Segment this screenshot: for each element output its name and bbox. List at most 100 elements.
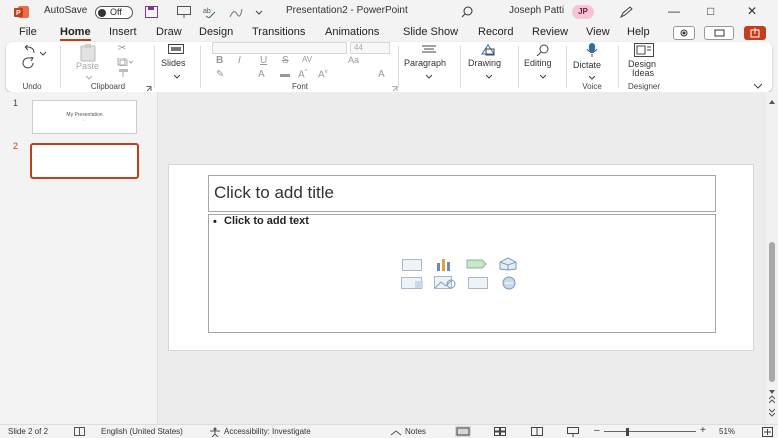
insert-smartart-icon[interactable] (466, 258, 488, 273)
zoom-level[interactable]: 51% (719, 427, 735, 436)
pen-icon[interactable] (619, 6, 633, 21)
microphone-icon[interactable] (586, 43, 598, 60)
tab-design[interactable]: Design (199, 26, 233, 38)
tab-transitions[interactable]: Transitions (252, 26, 305, 38)
maximize-button[interactable]: □ (707, 4, 714, 18)
normal-view-icon[interactable] (455, 426, 471, 438)
increase-font-size-icon[interactable]: A^ (298, 69, 308, 80)
group-divider (460, 46, 461, 88)
fit-to-window-icon[interactable] (762, 427, 773, 438)
insert-video-icon[interactable] (468, 277, 488, 289)
slide-thumbnail-1[interactable]: My Presentation .... (32, 100, 137, 134)
notes-icon[interactable] (390, 428, 402, 438)
font-name-dropdown[interactable] (212, 42, 347, 54)
find-icon[interactable] (536, 44, 550, 59)
tab-help[interactable]: Help (627, 26, 650, 38)
cut-icon[interactable]: ✂ (118, 43, 126, 54)
clear-formatting-icon[interactable]: A (378, 69, 385, 80)
insert-table-icon[interactable] (402, 259, 422, 271)
strikethrough-icon[interactable]: S (282, 55, 289, 66)
insert-picture-icon[interactable] (401, 277, 425, 292)
zoom-in-button[interactable]: + (700, 425, 706, 436)
autosave-toggle[interactable]: Off (95, 6, 133, 19)
draw-pen-icon[interactable] (229, 6, 243, 21)
autosave-label: AutoSave (44, 5, 88, 16)
font-color-icon[interactable]: A (258, 69, 265, 80)
spelling-icon[interactable]: ab (203, 6, 217, 21)
change-case-icon[interactable]: Aa (348, 55, 359, 65)
minimize-button[interactable]: — (668, 4, 680, 18)
comments-button[interactable] (704, 26, 734, 40)
bold-icon[interactable]: B (216, 55, 223, 66)
notes-button[interactable]: Notes (405, 427, 426, 436)
present-from-beginning-icon[interactable] (177, 6, 191, 21)
decrease-font-size-icon[interactable]: Av (318, 69, 328, 80)
accessibility-icon[interactable] (209, 427, 221, 438)
italic-icon[interactable]: I (238, 55, 241, 66)
tab-slide-show[interactable]: Slide Show (403, 26, 458, 38)
slide-show-view-icon[interactable] (567, 427, 579, 438)
shadow-icon[interactable]: ▬ (280, 69, 290, 80)
tab-view[interactable]: View (586, 26, 610, 38)
user-name[interactable]: Joseph Patti (509, 5, 564, 16)
tab-review[interactable]: Review (532, 26, 568, 38)
font-size-dropdown[interactable]: 44 (350, 42, 390, 54)
underline-icon[interactable]: U (260, 55, 267, 66)
language-status[interactable]: English (United States) (101, 427, 183, 436)
tab-file[interactable]: File (19, 26, 37, 38)
save-icon[interactable] (145, 6, 158, 21)
zoom-slider-knob[interactable] (626, 428, 629, 436)
insert-3d-model-icon[interactable] (499, 257, 517, 274)
accessibility-status[interactable]: Accessibility: Investigate (224, 427, 311, 436)
insert-chart-icon[interactable] (434, 257, 454, 274)
paragraph-button-label[interactable]: Paragraph (404, 58, 446, 68)
highlight-icon[interactable]: ✎ (216, 69, 224, 80)
collapse-ribbon-chevron-icon[interactable] (753, 80, 763, 92)
scroll-up-arrow-icon[interactable] (769, 95, 775, 107)
slides-button-label[interactable]: Slides (161, 58, 186, 68)
next-slide-icon[interactable] (768, 408, 776, 420)
record-button[interactable] (673, 26, 695, 40)
vertical-scrollbar[interactable] (766, 92, 778, 424)
search-icon[interactable] (461, 6, 473, 21)
slides-dropdown-chevron-icon[interactable] (173, 70, 181, 82)
scrollbar-thumb[interactable] (769, 242, 775, 382)
drawing-dropdown-chevron-icon[interactable] (485, 70, 493, 82)
paragraph-icon[interactable] (422, 45, 436, 58)
design-ideas-label-line2[interactable]: Ideas (632, 68, 654, 78)
insert-stock-images-icon[interactable] (434, 276, 456, 292)
editing-dropdown-chevron-icon[interactable] (539, 70, 547, 82)
group-divider (154, 46, 155, 88)
slide-sorter-view-icon[interactable] (494, 427, 506, 438)
new-slide-icon[interactable] (168, 44, 184, 57)
editing-button-label[interactable]: Editing (524, 58, 552, 68)
paragraph-dropdown-chevron-icon[interactable] (425, 70, 433, 82)
redo-icon[interactable] (22, 55, 36, 72)
slide-thumbnail-2[interactable] (30, 143, 139, 179)
reading-view-icon[interactable] (531, 427, 543, 438)
dictate-button-label[interactable]: Dictate (573, 60, 601, 70)
tab-home[interactable]: Home (60, 26, 91, 41)
tab-animations[interactable]: Animations (325, 26, 379, 38)
zoom-out-button[interactable]: – (594, 425, 600, 436)
content-placeholder[interactable]: • Click to add text (208, 214, 716, 333)
drawing-button-label[interactable]: Drawing (468, 58, 501, 68)
tab-record[interactable]: Record (478, 26, 513, 38)
tab-insert[interactable]: Insert (109, 26, 137, 38)
previous-slide-icon[interactable] (768, 395, 776, 407)
shapes-icon[interactable] (480, 44, 496, 59)
slide-canvas[interactable]: Click to add title • Click to add text (168, 164, 754, 351)
spelling-check-icon[interactable] (74, 427, 86, 438)
undo-dropdown-chevron-icon[interactable] (39, 47, 47, 59)
avatar[interactable]: JP (572, 5, 594, 19)
format-painter-icon[interactable] (117, 68, 129, 80)
tab-draw[interactable]: Draw (156, 26, 182, 38)
design-ideas-icon[interactable] (634, 43, 654, 60)
close-button[interactable]: ✕ (747, 4, 757, 18)
share-button[interactable] (744, 26, 766, 40)
title-placeholder[interactable]: Click to add title (208, 175, 716, 212)
customize-toolbar-chevron-icon[interactable] (255, 7, 263, 19)
character-spacing-icon[interactable]: AV (302, 55, 312, 64)
insert-icons-icon[interactable] (500, 276, 518, 293)
zoom-slider-track[interactable] (604, 431, 696, 432)
